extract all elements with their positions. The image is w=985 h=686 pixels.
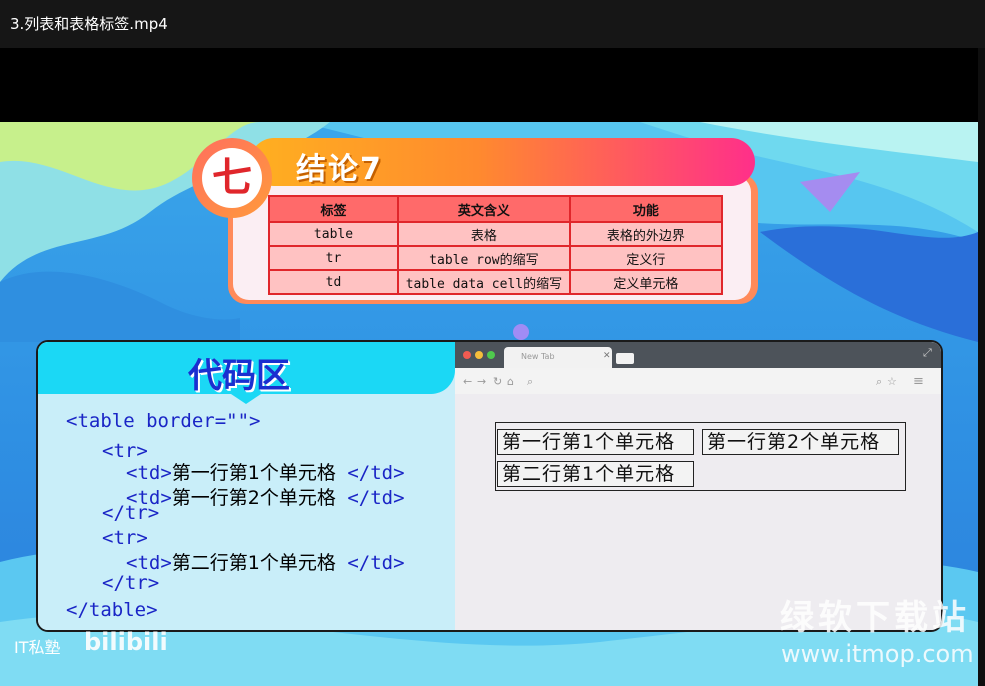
code-tag: </td>: [347, 552, 405, 574]
code-tag: <td>: [126, 462, 172, 484]
video-letterbox: [0, 48, 978, 122]
code-text: 第一行第1个单元格: [171, 462, 336, 484]
site-url-watermark: www.itmop.com: [781, 640, 974, 668]
search-icon[interactable]: ⌕: [527, 375, 533, 389]
window-title: 3.列表和表格标签.mp4: [10, 15, 168, 33]
conclusion-title: 结论7: [296, 152, 383, 187]
table-row: td table data cell的缩写 定义单元格: [268, 269, 724, 295]
star-icon[interactable]: ☆: [887, 375, 897, 388]
zoom-icon[interactable]: ⌕: [876, 375, 882, 389]
home-icon[interactable]: ⌂: [507, 375, 514, 388]
rendered-cell: 第一行第2个单元格: [702, 429, 899, 455]
cell-meaning: table data cell的缩写: [396, 269, 571, 295]
cell-tag: table: [268, 221, 399, 247]
code-title: 代码区: [188, 356, 290, 396]
code-line-table-open: <table border="">: [66, 410, 261, 432]
code-text: 第二行第1个单元格: [171, 552, 336, 574]
header-function: 功能: [568, 195, 724, 223]
table-header-row: 标签 英文含义 功能: [268, 195, 724, 223]
bilibili-logo: bilibili: [84, 628, 168, 656]
browser-tab-label: New Tab: [521, 352, 555, 361]
browser-preview: New Tab ✕ ⤢ ← → ↻ ⌂ ⌕ ⌕ ☆ ≡ 第一行第1个单元格 第一…: [455, 342, 941, 630]
code-tag: </td>: [347, 487, 405, 509]
header-tag: 标签: [268, 195, 399, 223]
minimize-dot-icon[interactable]: [475, 351, 483, 359]
code-tag: </td>: [347, 462, 405, 484]
close-tab-icon[interactable]: ✕: [603, 351, 611, 361]
cell-tag: tr: [268, 245, 399, 271]
code-line-td: <td>第一行第2个单元格 </td>: [126, 483, 405, 510]
window-edge: [978, 48, 985, 686]
code-line-tr-close: </tr>: [102, 502, 160, 524]
cell-meaning: table row的缩写: [396, 245, 571, 271]
code-line-tr-open: <tr>: [102, 527, 148, 549]
maximize-icon[interactable]: ⤢: [923, 346, 932, 360]
table-row: table 表格 表格的外边界: [268, 221, 724, 247]
table-row: tr table row的缩写 定义行: [268, 245, 724, 271]
cell-meaning: 表格: [396, 221, 571, 247]
badge-number: 七: [212, 155, 252, 201]
code-line-td: <td>第二行第1个单元格 </td>: [126, 548, 405, 575]
cell-function: 定义行: [568, 245, 724, 271]
cell-function: 表格的外边界: [568, 221, 724, 247]
window-titlebar: 3.列表和表格标签.mp4: [0, 0, 985, 48]
zoom-dot-icon[interactable]: [487, 351, 495, 359]
code-line-table-close: </table>: [66, 599, 158, 621]
header-meaning: 英文含义: [396, 195, 571, 223]
site-watermark: 绿软下载站: [780, 598, 970, 638]
code-tag: <td>: [126, 552, 172, 574]
channel-watermark: IT私塾: [14, 638, 61, 657]
rendered-cell: 第二行第1个单元格: [497, 461, 694, 487]
close-dot-icon[interactable]: [463, 351, 471, 359]
code-line-tr-close: </tr>: [102, 572, 160, 594]
new-tab-button[interactable]: [616, 353, 634, 364]
menu-icon[interactable]: ≡: [913, 374, 924, 389]
cell-tag: td: [268, 269, 399, 295]
forward-icon[interactable]: →: [477, 375, 486, 388]
cell-function: 定义单元格: [568, 269, 724, 295]
conclusion-table: 标签 英文含义 功能 table 表格 表格的外边界 tr table row的…: [268, 195, 724, 295]
rendered-cell: 第一行第1个单元格: [497, 429, 694, 455]
code-line-td: <td>第一行第1个单元格 </td>: [126, 458, 405, 485]
code-text: 第一行第2个单元格: [171, 487, 336, 509]
reload-icon[interactable]: ↻: [493, 375, 502, 388]
back-icon[interactable]: ←: [463, 375, 472, 388]
video-frame[interactable]: 结论7 七 标签 英文含义 功能 table 表格 表格的外边界 tr tabl…: [0, 122, 978, 686]
code-demo-panel: 代码区 <table border=""> <tr> <td>第一行第1个单元格…: [36, 340, 943, 632]
code-area: 代码区 <table border=""> <tr> <td>第一行第1个单元格…: [38, 342, 455, 630]
